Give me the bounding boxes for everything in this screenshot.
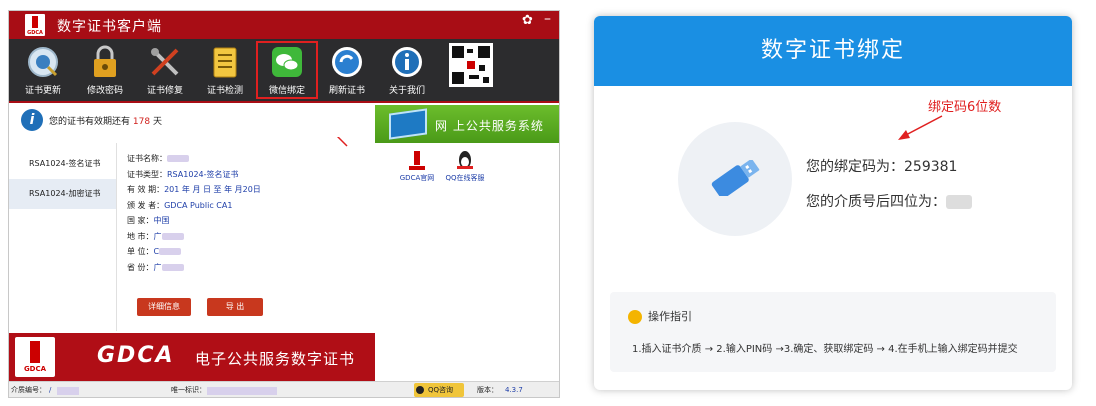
qq-consult-button[interactable]: QQ咨询 <box>414 383 464 397</box>
media-last-four: 您的介质号后四位为： <box>806 191 972 211</box>
bind-code-value: 259381 <box>904 159 958 175</box>
tool-label: 证书检测 <box>206 86 243 96</box>
detail-row-country: 国 家：中国 <box>127 216 170 225</box>
gdca-logo-icon: GDCA <box>25 14 45 36</box>
medium-number-label: 介质编号： <box>11 386 46 394</box>
title-bar: GDCA 数字证书客户端 ✿ – <box>9 11 559 39</box>
detail-row-city: 地 市：广 <box>127 229 367 245</box>
tool-label: 证书更新 <box>24 86 61 96</box>
lightbulb-icon <box>628 310 642 324</box>
wechat-icon <box>270 45 304 79</box>
cert-check-button[interactable]: 证书检测 <box>197 45 253 99</box>
lock-icon <box>88 45 122 79</box>
repair-tools-icon <box>148 45 182 79</box>
guide-steps: 1.插入证书介质 → 2.输入PIN码 →3.确定、获取绑定码 → 4.在手机上… <box>632 344 1018 355</box>
detail-row-province: 省 份：广 <box>127 260 367 276</box>
annotation-arrow <box>898 115 943 140</box>
detail-row-type: 证书类型：RSA1024-签名证书 <box>127 169 239 179</box>
cert-update-button[interactable]: 证书更新 <box>15 45 71 99</box>
settings-icon[interactable]: ✿ <box>522 13 533 28</box>
panel-title: 数字证书绑定 <box>594 16 1072 86</box>
detail-row-validity: 有 效 期：201 年 月 日 至 年 月20日 <box>127 185 261 194</box>
version-value: 4.3.7 <box>505 386 523 394</box>
footer-banner: GDCA GDCA 电子公共服务数字证书 <box>9 333 375 381</box>
validity-text: 您的证书有效期还有 178 天 <box>49 117 162 127</box>
gdca-logo-icon: GDCA <box>15 337 55 377</box>
app-title: 数字证书客户端 <box>57 19 162 35</box>
tool-label: 证书修复 <box>146 86 183 96</box>
tool-label: 关于我们 <box>388 86 425 96</box>
export-button[interactable]: 导 出 <box>207 298 263 316</box>
footer-slogan: 电子公共服务数字证书 <box>195 350 356 368</box>
unique-id-label: 唯一标识： <box>171 386 206 394</box>
banner-text: 网 上公共服务系统 <box>435 119 544 133</box>
footer-right-area <box>375 333 559 381</box>
qq-service-link[interactable]: QQ在线客服 <box>435 151 495 183</box>
certificate-update-icon <box>26 45 60 79</box>
gdca-logo-icon <box>409 151 425 171</box>
cert-repair-button[interactable]: 证书修复 <box>137 45 193 99</box>
bind-code-text: 您的绑定码为：259381 <box>806 159 958 175</box>
bind-panel: 数字证书绑定 绑定码6位数 您的绑定码为：259381 您的介质号后四位为： 操… <box>594 16 1072 390</box>
detail-row-issuer: 颁 发 者：GDCA Public CA1 <box>127 200 233 210</box>
change-password-button[interactable]: 修改密码 <box>77 45 133 99</box>
info-icon: i <box>21 109 43 131</box>
toolbar: 证书更新 修改密码 证书修复 证书检测 微信绑定 刷新证书 关于我们 <box>9 39 559 103</box>
minimize-button[interactable]: – <box>544 11 551 27</box>
info-icon <box>390 45 424 79</box>
version-label: 版本： <box>477 386 498 394</box>
tool-label: 刷新证书 <box>328 86 365 96</box>
qr-code <box>449 43 493 87</box>
about-us-button[interactable]: 关于我们 <box>379 45 435 99</box>
validity-days: 178 <box>132 117 151 127</box>
client-window: GDCA 数字证书客户端 ✿ – 证书更新 修改密码 证书修复 证书检测 微信绑… <box>8 10 560 398</box>
checklist-icon <box>208 45 242 79</box>
guide-title: 操作指引 <box>648 310 692 323</box>
operation-guide: 操作指引 1.插入证书介质 → 2.输入PIN码 →3.确定、获取绑定码 → 4… <box>610 292 1056 372</box>
cert-details: 证书名称： 证书类型：RSA1024-签名证书 有 效 期：201 年 月 日 … <box>127 151 367 275</box>
redacted-value <box>57 387 79 395</box>
cert-item-sign[interactable]: RSA1024-签名证书 <box>9 149 116 179</box>
redacted-value <box>207 387 277 395</box>
detail-info-button[interactable]: 详细信息 <box>137 298 191 316</box>
qq-penguin-icon <box>416 386 424 394</box>
wechat-bind-button[interactable]: 微信绑定 <box>256 41 318 99</box>
medium-number-value: / <box>49 386 52 394</box>
status-bar: 介质编号： / 唯一标识： QQ咨询 版本： 4.3.7 <box>9 381 559 397</box>
cert-list: RSA1024-签名证书 RSA1024-加密证书 <box>9 143 117 331</box>
cert-item-encrypt[interactable]: RSA1024-加密证书 <box>9 179 116 209</box>
tool-label: 修改密码 <box>86 86 123 96</box>
refresh-cert-button[interactable]: 刷新证书 <box>319 45 375 99</box>
refresh-icon <box>330 45 364 79</box>
footer-brand: GDCA <box>97 343 175 368</box>
monitor-icon <box>389 108 427 140</box>
public-service-banner[interactable]: 网 上公共服务系统 <box>375 105 559 143</box>
usb-key-icon <box>711 160 760 196</box>
qq-penguin-icon <box>457 151 473 171</box>
detail-row-org: 单 位：C <box>127 244 367 260</box>
detail-row-name: 证书名称： <box>127 151 367 167</box>
redacted-value <box>946 195 972 209</box>
tool-label: 微信绑定 <box>268 86 305 96</box>
